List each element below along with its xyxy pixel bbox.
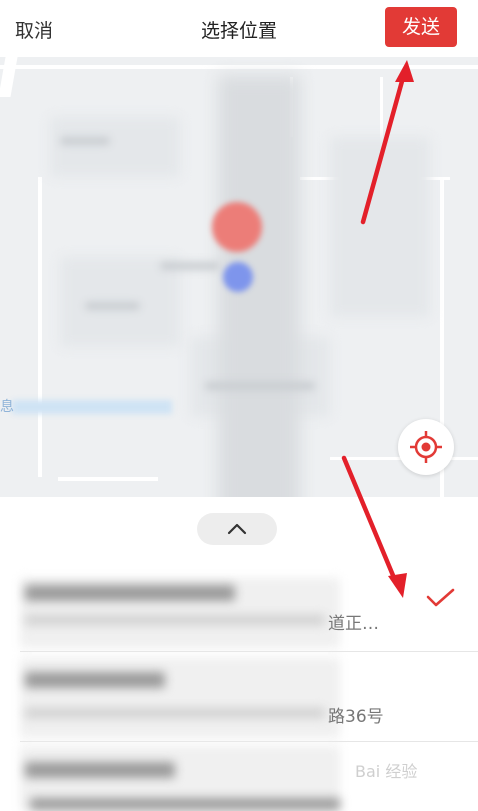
arrow-to-check <box>341 455 407 598</box>
arrow-to-send <box>360 60 414 225</box>
annotation-arrows <box>341 60 414 598</box>
